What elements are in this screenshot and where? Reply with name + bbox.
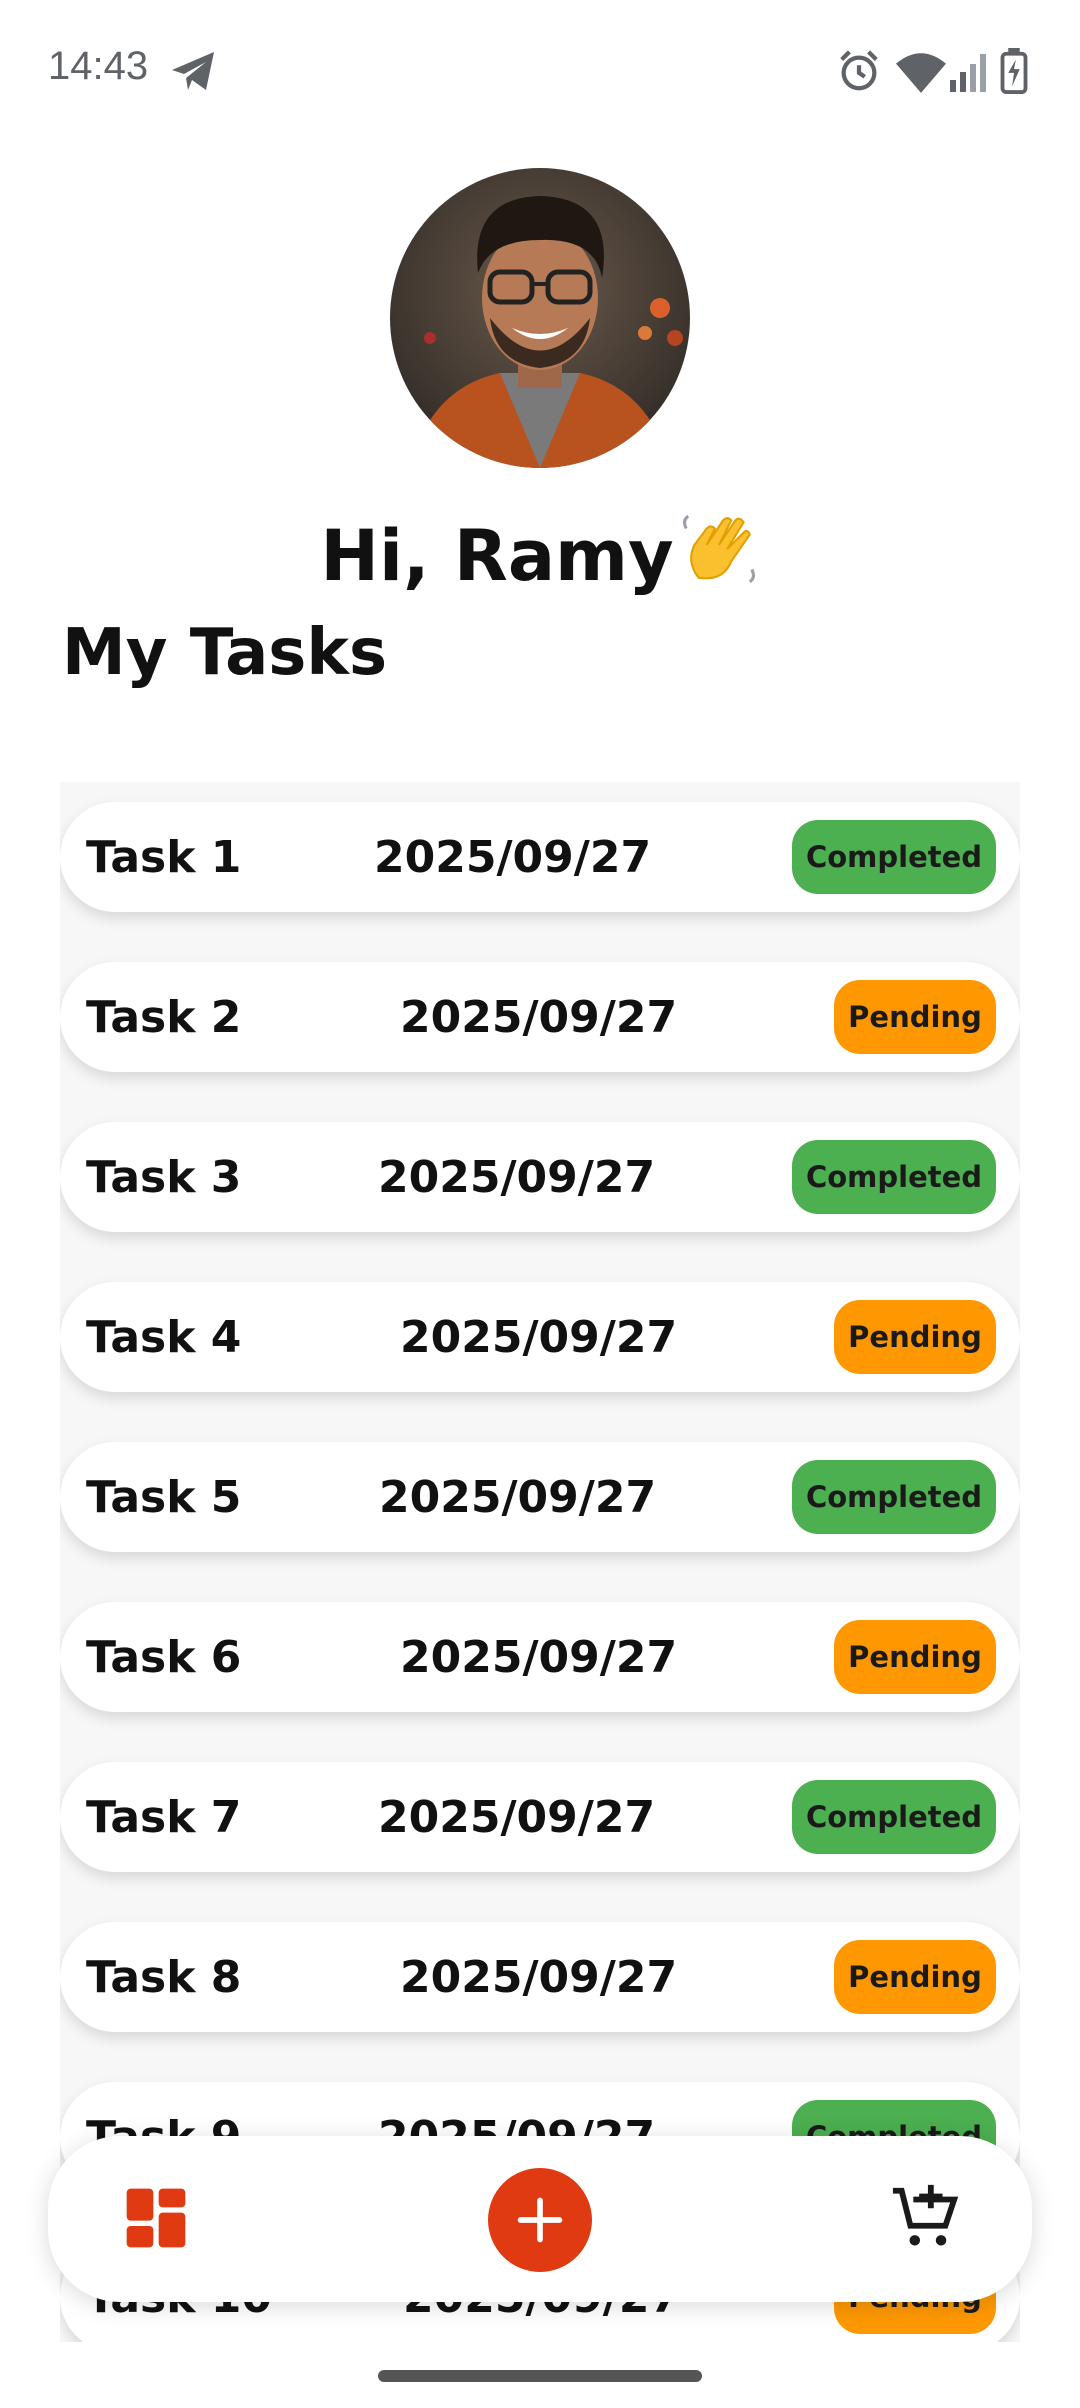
- section-title: My Tasks: [62, 616, 388, 690]
- home-indicator[interactable]: [378, 2370, 702, 2382]
- add-to-cart-icon[interactable]: [890, 2182, 960, 2252]
- status-bar: 14:43: [0, 0, 1080, 140]
- app-screen: 14:43 Hi, Ramy My Tasks Task 1 2025/09/2…: [0, 0, 1080, 2408]
- task-card[interactable]: Task 1 2025/09/27 Completed: [60, 802, 1020, 912]
- task-name: Task 2: [86, 992, 242, 1043]
- task-card[interactable]: Task 5 2025/09/27 Completed: [60, 1442, 1020, 1552]
- waving-hand-icon: [682, 514, 755, 584]
- battery-charging-icon: [1000, 48, 1028, 94]
- task-date: 2025/09/27: [400, 992, 678, 1043]
- profile-photo: [390, 168, 690, 468]
- task-card[interactable]: Task 6 2025/09/27 Pending: [60, 1602, 1020, 1712]
- status-time: 14:43: [48, 44, 149, 88]
- telegram-icon: [172, 52, 214, 90]
- status-badge: Completed: [792, 1780, 996, 1854]
- task-name: Task 3: [86, 1152, 242, 1203]
- task-name: Task 8: [86, 1952, 242, 2003]
- task-date: 2025/09/27: [379, 1472, 657, 1523]
- task-list[interactable]: Task 1 2025/09/27 Completed Task 2 2025/09/2…: [60, 782, 1020, 2342]
- task-name: Task 6: [86, 1632, 242, 1683]
- status-badge: Completed: [792, 1140, 996, 1214]
- signal-icon: [950, 54, 986, 92]
- task-name: Task 4: [86, 1312, 242, 1363]
- task-card[interactable]: Task 2 2025/09/27 Pending: [60, 962, 1020, 1072]
- avatar[interactable]: [390, 168, 690, 468]
- task-date: 2025/09/27: [374, 832, 652, 883]
- status-badge: Pending: [834, 1300, 996, 1374]
- task-name: Task 7: [86, 1792, 242, 1843]
- task-date: 2025/09/27: [400, 1312, 678, 1363]
- alarm-icon: [840, 50, 878, 91]
- wifi-icon: [896, 53, 946, 93]
- task-name: Task 5: [86, 1472, 242, 1523]
- task-name: Task 1: [86, 832, 242, 883]
- task-date: 2025/09/27: [400, 1632, 678, 1683]
- status-badge: Completed: [792, 820, 996, 894]
- task-card[interactable]: Task 4 2025/09/27 Pending: [60, 1282, 1020, 1392]
- status-badge: Pending: [834, 980, 996, 1054]
- dashboard-icon[interactable]: [124, 2186, 188, 2250]
- task-card[interactable]: Task 3 2025/09/27 Completed: [60, 1122, 1020, 1232]
- add-task-button[interactable]: [488, 2168, 592, 2272]
- add-icon: [517, 2197, 563, 2243]
- task-card[interactable]: Task 8 2025/09/27 Pending: [60, 1922, 1020, 2032]
- status-badge: Pending: [834, 1940, 996, 2014]
- status-badge: Completed: [792, 1460, 996, 1534]
- task-card[interactable]: Task 7 2025/09/27 Completed: [60, 1762, 1020, 1872]
- bottom-nav: [48, 2136, 1032, 2302]
- status-badge: Pending: [834, 1620, 996, 1694]
- task-date: 2025/09/27: [400, 1952, 678, 2003]
- greeting-text: Hi, Ramy: [320, 515, 674, 597]
- greeting: Hi, Ramy: [0, 508, 1080, 597]
- task-date: 2025/09/27: [378, 1152, 656, 1203]
- task-date: 2025/09/27: [378, 1792, 656, 1843]
